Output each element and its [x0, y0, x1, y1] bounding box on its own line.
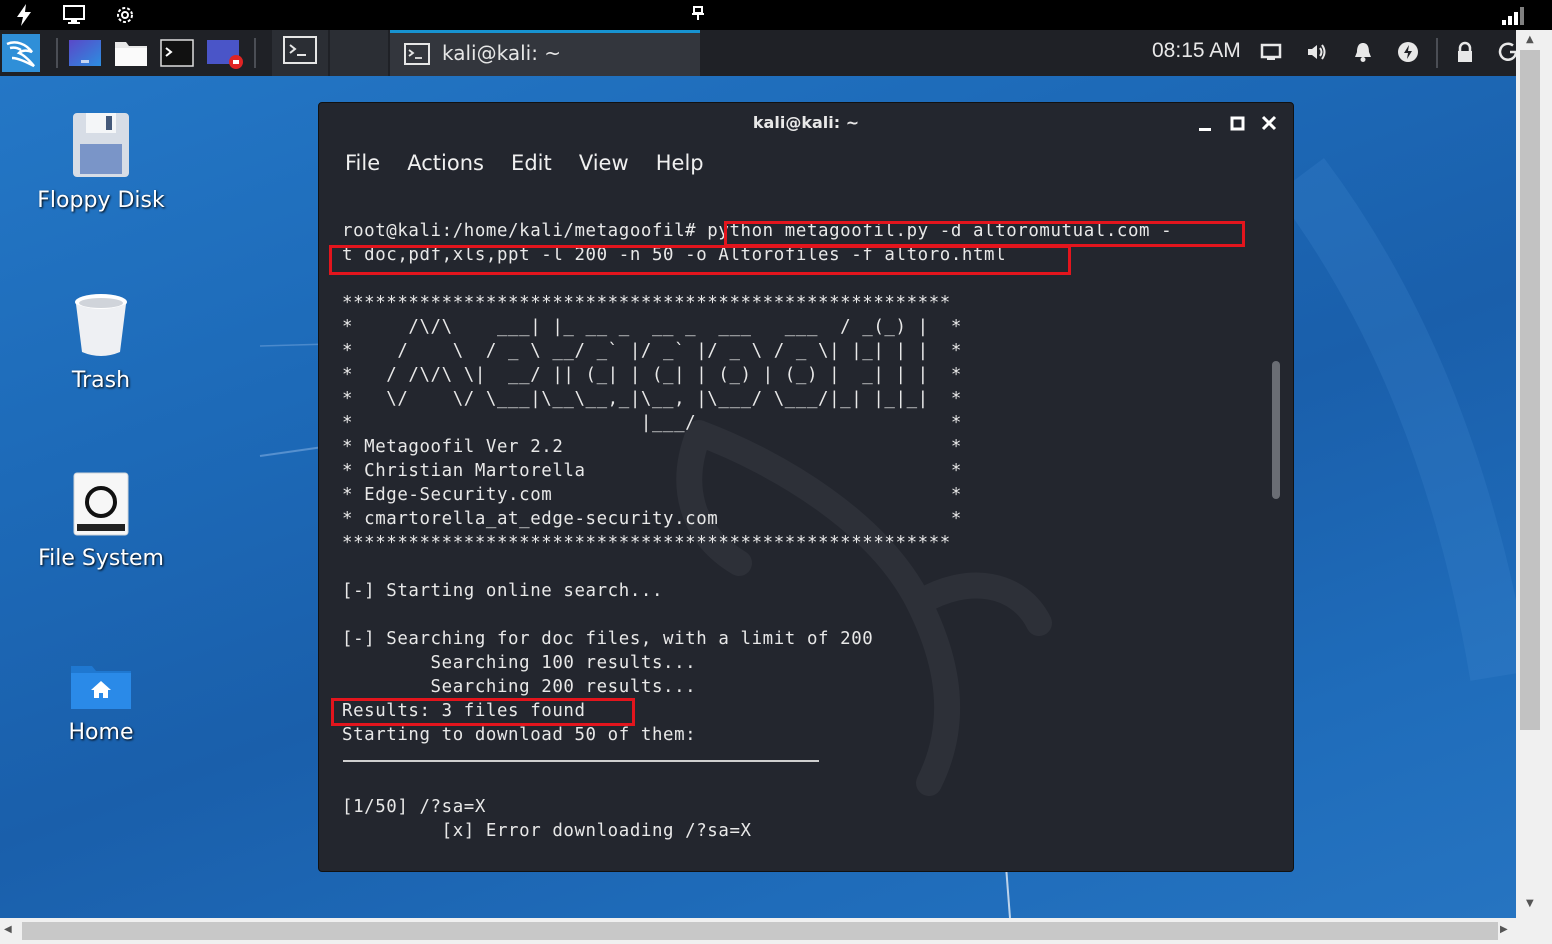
workspace-switcher[interactable]	[330, 30, 388, 76]
file-manager-icon[interactable]	[114, 38, 148, 68]
output-download-item: [1/50] /?sa=X	[342, 797, 486, 817]
home-folder-icon	[21, 662, 181, 714]
volume-icon[interactable]	[1304, 40, 1330, 66]
terminal-title: kali@kali: ~	[752, 113, 860, 132]
lightning-icon[interactable]	[12, 3, 36, 27]
desktop-icon-label: File System	[38, 546, 164, 571]
banner-border-bottom: ****************************************…	[342, 533, 951, 553]
banner-author: * Christian Martorella *	[342, 461, 962, 481]
hard-drive-icon	[21, 472, 181, 540]
display-icon[interactable]	[1258, 40, 1284, 66]
menu-actions[interactable]: Actions	[407, 151, 484, 175]
banner-art-line: * / \ / _ \ __/ _` |/ _` |/ _ \ / _ \| |…	[342, 341, 962, 361]
top-panel: kali@kali: ~ 08:15 AM	[0, 30, 1516, 76]
highlight-box-results	[331, 698, 635, 726]
banner-art-line: * /\/\ ___| |_ __ _ __ _ ___ ___ / _(_) …	[342, 317, 962, 337]
settings-gear-icon[interactable]	[113, 3, 137, 27]
menu-help[interactable]: Help	[656, 151, 704, 175]
desktop-icon-home[interactable]: Home	[21, 662, 181, 745]
menu-view[interactable]: View	[579, 151, 629, 175]
workspace-terminal-button[interactable]	[272, 30, 328, 76]
menu-edit[interactable]: Edit	[511, 151, 552, 175]
progress-rule	[343, 760, 819, 762]
power-icon[interactable]	[1395, 40, 1421, 66]
output-download: Starting to download 50 of them:	[342, 725, 697, 745]
panel-clock[interactable]: 08:15 AM	[1152, 39, 1241, 63]
banner-art-line: * / /\/\ \| __/ || (_| | (_| | (_) | (_)…	[342, 365, 962, 385]
output-start-search: [-] Starting online search...	[342, 581, 664, 601]
taskbar-terminal-window[interactable]: kali@kali: ~	[390, 30, 700, 76]
output-search-200: Searching 200 results...	[342, 677, 697, 697]
vertical-scroll-thumb[interactable]	[1520, 50, 1540, 730]
highlight-box-command-options	[329, 245, 1071, 275]
terminal-task-icon	[404, 43, 430, 71]
screen-recorder-icon[interactable]	[206, 38, 243, 69]
show-desktop-icon[interactable]	[68, 38, 102, 68]
output-download-error: [x] Error downloading /?sa=X	[342, 821, 752, 841]
banner-email: * cmartorella_at_edge-security.com *	[342, 509, 962, 529]
signal-icon	[1502, 7, 1528, 25]
desktop-icon-label: Home	[68, 720, 134, 745]
highlight-box-command	[724, 221, 1245, 247]
desktop-icon-file-system[interactable]: File System	[21, 472, 181, 571]
scroll-right-arrow-icon[interactable]: ▶	[1500, 924, 1508, 935]
monitor-icon[interactable]	[62, 3, 86, 27]
terminal-scrollbar[interactable]	[1272, 361, 1280, 499]
pin-icon[interactable]	[692, 6, 704, 24]
refresh-icon[interactable]	[1496, 40, 1516, 66]
desktop-icon-trash[interactable]: Trash	[21, 292, 181, 393]
output-search-100: Searching 100 results...	[342, 653, 697, 673]
maximize-button[interactable]	[1225, 111, 1249, 135]
scroll-up-arrow-icon[interactable]: ▲	[1526, 34, 1534, 45]
output-searching: [-] Searching for doc files, with a limi…	[342, 629, 874, 649]
vertical-scrollbar[interactable]: ▲ ▼	[1516, 30, 1552, 918]
kali-menu-icon[interactable]	[2, 34, 40, 72]
minimize-button[interactable]	[1193, 111, 1217, 135]
horizontal-scrollbar[interactable]: ◀ ▶	[0, 918, 1552, 944]
floppy-disk-icon	[21, 112, 181, 182]
lock-icon[interactable]	[1452, 40, 1478, 66]
banner-version: * Metagoofil Ver 2.2 *	[342, 437, 962, 457]
task-label: kali@kali: ~	[442, 41, 562, 65]
banner-site: * Edge-Security.com *	[342, 485, 962, 505]
banner-border-top: ****************************************…	[342, 293, 951, 313]
host-toolbar	[0, 0, 1552, 30]
desktop-icon-label: Floppy Disk	[37, 188, 165, 213]
horizontal-scroll-thumb[interactable]	[22, 922, 1498, 940]
menu-file[interactable]: File	[345, 151, 380, 175]
terminal-menubar: File Actions Edit View Help	[345, 151, 726, 175]
banner-art-line: * \/ \/ \___|\__\__,_|\__, |\___/ \___/|…	[342, 389, 962, 409]
trash-icon	[21, 292, 181, 362]
bell-icon[interactable]	[1350, 40, 1376, 66]
scroll-left-arrow-icon[interactable]: ◀	[4, 924, 12, 935]
desktop-icon-label: Trash	[71, 368, 131, 393]
terminal-window[interactable]: kali@kali: ~ File Actions Edit View Help…	[318, 102, 1294, 872]
banner-art-line: * |___/ *	[342, 413, 962, 433]
scroll-down-arrow-icon[interactable]: ▼	[1526, 898, 1534, 909]
terminal-emulator-icon[interactable]	[160, 38, 194, 68]
desktop-icon-floppy-disk[interactable]: Floppy Disk	[21, 112, 181, 213]
close-button[interactable]	[1257, 111, 1281, 135]
